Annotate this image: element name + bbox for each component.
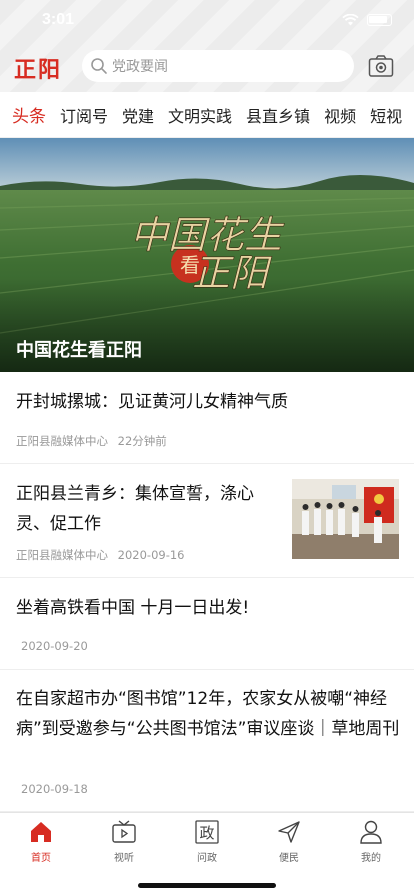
wifi-icon xyxy=(342,14,359,26)
news-source: 正阳县融媒体中心 xyxy=(16,548,108,562)
app-screen: 3:01 正阳 党政要闻 头条 订阅号 党建 文明实践 县直乡镇 视频 短视 看… xyxy=(0,0,414,896)
tabbar-audiovisual[interactable]: 视听 xyxy=(94,819,154,869)
search-placeholder: 党政要闻 xyxy=(112,59,168,75)
home-icon xyxy=(31,822,51,842)
tabbar-services[interactable]: 便民 xyxy=(259,819,319,869)
news-title: 开封城摞城：见证黄河儿女精神气质 xyxy=(16,392,288,412)
tabbar-label: 便民 xyxy=(279,853,299,864)
zheng-icon: 政 xyxy=(195,820,219,844)
user-icon xyxy=(360,820,382,844)
tabbar-label: 问政 xyxy=(197,853,217,864)
news-thumbnail xyxy=(292,479,399,559)
news-item[interactable]: 开封城摞城：见证黄河儿女精神气质 正阳县融媒体中心 22分钟前 xyxy=(0,372,414,464)
home-indicator xyxy=(138,883,276,888)
tabbar-label: 首页 xyxy=(31,853,51,864)
tv-icon xyxy=(112,820,136,843)
search-icon xyxy=(91,58,107,74)
tab-county-towns[interactable]: 县直乡镇 xyxy=(239,103,317,127)
news-title: 正阳县兰青乡：集体宣誓，涤心灵、促工作 xyxy=(16,484,254,534)
news-source: 正阳县融媒体中心 xyxy=(16,434,108,448)
camera-icon[interactable] xyxy=(368,54,394,78)
send-icon xyxy=(278,821,300,843)
status-icons xyxy=(342,14,392,26)
news-title: 坐着高铁看中国 十月一日出发! xyxy=(16,598,250,618)
svg-text:正阳: 正阳 xyxy=(192,251,272,295)
tabbar-label: 视听 xyxy=(114,853,134,864)
news-meta: 正阳县融媒体中心 22分钟前 xyxy=(16,433,167,449)
status-time: 3:01 xyxy=(42,11,75,28)
tab-subscriptions[interactable]: 订阅号 xyxy=(53,103,115,127)
news-item[interactable]: 在自家超市办“图书馆”12年，农家女从被嘲“神经病”到受邀参与“公共图书馆法”审… xyxy=(0,670,414,812)
battery-icon xyxy=(367,14,392,26)
news-meta: 2020-09-20 xyxy=(21,639,88,653)
tabbar-profile[interactable]: 我的 xyxy=(341,819,401,869)
tab-party-building[interactable]: 党建 xyxy=(115,103,161,127)
banner-title: 中国花生看正阳 xyxy=(16,340,142,361)
tab-civilization-practice[interactable]: 文明实践 xyxy=(161,103,239,127)
news-title: 在自家超市办“图书馆”12年，农家女从被嘲“神经病”到受邀参与“公共图书馆法”审… xyxy=(16,689,400,739)
app-logo: 正阳 xyxy=(14,57,63,83)
news-meta: 正阳县融媒体中心 2020-09-16 xyxy=(16,547,185,563)
status-bar: 3:01 xyxy=(0,0,414,44)
news-time: 2020-09-20 xyxy=(21,639,88,653)
news-item[interactable]: 坐着高铁看中国 十月一日出发! 2020-09-20 xyxy=(0,578,414,670)
news-time: 22分钟前 xyxy=(117,434,167,448)
news-time: 2020-09-16 xyxy=(117,548,185,562)
channel-tabs: 头条 订阅号 党建 文明实践 县直乡镇 视频 短视 xyxy=(0,92,414,138)
tabbar-label: 我的 xyxy=(361,853,381,864)
search-input[interactable]: 党政要闻 xyxy=(82,50,354,82)
app-header: 3:01 正阳 党政要闻 xyxy=(0,0,414,92)
svg-text:政: 政 xyxy=(199,824,214,842)
tab-short-video[interactable]: 短视 xyxy=(363,103,409,127)
tab-headlines[interactable]: 头条 xyxy=(0,102,53,127)
news-item[interactable]: 正阳县兰青乡：集体宣誓，涤心灵、促工作 正阳县融媒体中心 2020-09-16 xyxy=(0,464,414,578)
tabbar-inquiry[interactable]: 政 问政 xyxy=(177,819,237,869)
banner-carousel[interactable]: 看 中国花生 正阳 中国花生看正阳 xyxy=(0,138,414,372)
tabbar-home[interactable]: 首页 xyxy=(11,819,71,869)
news-time: 2020-09-18 xyxy=(21,782,88,796)
tab-video[interactable]: 视频 xyxy=(317,103,363,127)
news-meta: 2020-09-18 xyxy=(21,782,88,796)
